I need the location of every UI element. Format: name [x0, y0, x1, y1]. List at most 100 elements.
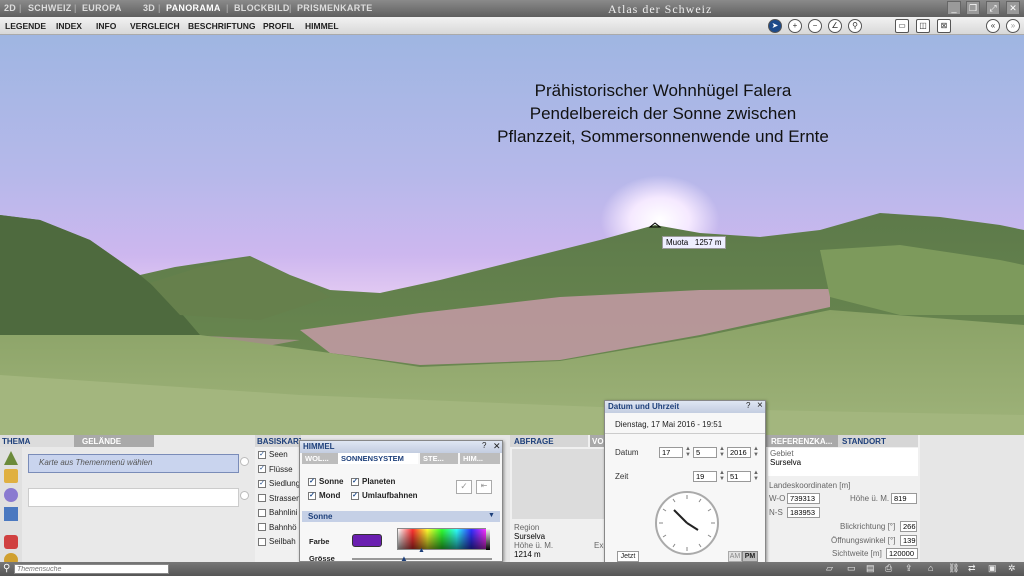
mode-3d[interactable]: 3D [143, 3, 155, 13]
basiskarte-item[interactable]: Bahnhö [258, 523, 297, 532]
minute-stepper-icon[interactable]: ▲ ▼ [753, 470, 759, 482]
population-icon[interactable] [4, 469, 18, 483]
size-slider-track[interactable] [352, 558, 492, 560]
menu-legende[interactable]: LEGENDE [5, 21, 46, 31]
mode-blockbild[interactable]: BLOCKBILD [234, 3, 290, 13]
blick-input[interactable]: 266 [900, 521, 917, 532]
layout-off-icon[interactable]: ⊠ [937, 19, 951, 33]
measure-icon[interactable]: ∠ [828, 19, 842, 33]
open-icon[interactable]: ▭ [847, 563, 856, 574]
day-input[interactable]: 17 [659, 447, 683, 458]
tab-sonnensystem[interactable]: SONNENSYSTEM [338, 453, 418, 464]
wo-input[interactable]: 739313 [787, 493, 820, 504]
close-dialog-icon[interactable]: ✕ [493, 441, 501, 452]
hour-stepper-icon[interactable]: ▲ ▼ [719, 470, 725, 482]
year-input[interactable]: 2016 [727, 447, 751, 458]
tab-thema[interactable]: THEMA [0, 435, 78, 447]
mode-panorama[interactable]: PANORAMA [166, 3, 221, 13]
tab-gelaende[interactable]: GELÄNDE [74, 435, 154, 447]
basiskarte-item[interactable]: ✓ Flüsse [258, 465, 293, 474]
settings-icon[interactable]: ✲ [1008, 563, 1016, 574]
layout-split-icon[interactable]: ◫ [916, 19, 930, 33]
chevron-down-icon[interactable]: ▼ [488, 512, 495, 519]
check-umlaufbahnen[interactable]: ✓ Umlaufbahnen [351, 491, 418, 500]
share-icon[interactable]: ⇄ [968, 563, 976, 574]
section-sonne[interactable]: Sonne [302, 511, 500, 522]
check-sonne[interactable]: ✓ Sonne [308, 477, 343, 486]
forward-icon[interactable]: » [1006, 19, 1020, 33]
print-icon[interactable]: ⎙ [885, 563, 892, 574]
minimize-icon[interactable]: _ [947, 1, 961, 15]
checkbox[interactable] [258, 537, 266, 546]
tab-sterne[interactable]: STE... [420, 453, 458, 464]
mode-2d[interactable]: 2D [4, 3, 16, 13]
jetzt-button[interactable]: Jetzt [617, 551, 639, 562]
zoom-in-icon[interactable]: + [788, 19, 802, 33]
menu-index[interactable]: INDEX [56, 21, 82, 31]
close-icon[interactable]: ✕ [1006, 1, 1020, 15]
hoehe-input[interactable]: 819 [891, 493, 917, 504]
menu-vergleich[interactable]: VERGLEICH [130, 21, 180, 31]
check-mond[interactable]: ✓ Mond [308, 491, 340, 500]
mode-europa[interactable]: EUROPA [82, 3, 122, 13]
month-stepper-icon[interactable]: ▲ ▼ [719, 446, 725, 458]
layout-single-icon[interactable]: ▭ [895, 19, 909, 33]
check-planeten[interactable]: ✓ Planeten [351, 477, 395, 486]
day-stepper-icon[interactable]: ▲ ▼ [685, 446, 691, 458]
thema-map-select[interactable]: Karte aus Themenmenü wählen [28, 454, 239, 473]
flag-icon[interactable] [4, 507, 18, 521]
panorama-view[interactable]: Prähistorischer Wohnhügel Falera Pendelb… [0, 35, 1024, 435]
menu-profil[interactable]: PROFIL [263, 21, 294, 31]
mode-prismenkarte[interactable]: PRISMENKARTE [297, 3, 373, 13]
help-icon[interactable]: ? [482, 441, 486, 450]
export-icon[interactable]: ⇪ [905, 563, 913, 574]
tab-wolken[interactable]: WOL... [302, 453, 338, 464]
basiskarte-item[interactable]: Strassen [258, 494, 301, 503]
minute-input[interactable]: 51 [727, 471, 751, 482]
spectrum-marker-icon[interactable]: ▲ [418, 547, 425, 554]
checkbox[interactable] [258, 494, 266, 503]
datetime-close-icon[interactable]: × [757, 400, 763, 411]
checkbox[interactable] [258, 523, 266, 532]
thema-secondary-select[interactable] [28, 488, 239, 507]
terrain-icon[interactable] [4, 451, 18, 465]
reset-icon[interactable]: ⇤ [476, 480, 492, 494]
menu-beschriftung[interactable]: BESCHRIFTUNG [188, 21, 256, 31]
color-spectrum-picker[interactable] [397, 528, 487, 550]
oeffnung-input[interactable]: 139 [900, 535, 917, 546]
basiskarte-item[interactable]: Seilbah [258, 537, 296, 546]
am-toggle[interactable]: AM [728, 551, 742, 562]
checkbox[interactable]: ✓ [258, 479, 266, 488]
menu-himmel[interactable]: HIMMEL [305, 21, 339, 31]
hour-input[interactable]: 19 [693, 471, 717, 482]
fullscreen-icon[interactable]: ⤢ [986, 1, 1000, 15]
screen-icon[interactable]: ▣ [988, 563, 997, 574]
menu-info[interactable]: INFO [96, 21, 116, 31]
basiskarte-item[interactable]: ✓ Seen [258, 450, 288, 459]
tab-basiskarte[interactable]: BASISKART [255, 435, 301, 447]
brightness-slider[interactable] [486, 528, 490, 550]
weather-icon[interactable] [4, 488, 18, 502]
clear-icon-2[interactable] [240, 491, 249, 500]
basiskarte-item[interactable]: Bahnlini [258, 508, 297, 517]
folder-icon[interactable]: ▱ [826, 563, 833, 574]
tab-standort[interactable]: STANDORT [838, 435, 918, 447]
zoom-out-icon[interactable]: − [808, 19, 822, 33]
clear-icon[interactable] [240, 457, 249, 466]
datetime-help-icon[interactable]: ? [746, 401, 750, 410]
pointer-icon[interactable]: ➤ [768, 19, 782, 33]
tab-himmel[interactable]: HIM... [460, 453, 500, 464]
apply-icon[interactable]: ✓ [456, 480, 472, 494]
link-icon[interactable]: ⛓ [948, 563, 959, 574]
walk-icon[interactable]: ⚲ [848, 19, 862, 33]
themensuche-input[interactable] [14, 564, 169, 574]
sicht-input[interactable]: 120000 [886, 548, 918, 559]
month-input[interactable]: 5 [693, 447, 717, 458]
basiskarte-item[interactable]: ✓ Siedlung [258, 479, 300, 488]
restore-icon[interactable]: ❐ [966, 1, 980, 15]
mode-schweiz[interactable]: SCHWEIZ [28, 3, 72, 13]
save-icon[interactable]: ▤ [866, 563, 875, 574]
tab-referenzkarte[interactable]: REFERENZKA... [766, 435, 838, 447]
year-stepper-icon[interactable]: ▲ ▼ [753, 446, 759, 458]
ns-input[interactable]: 183953 [787, 507, 820, 518]
